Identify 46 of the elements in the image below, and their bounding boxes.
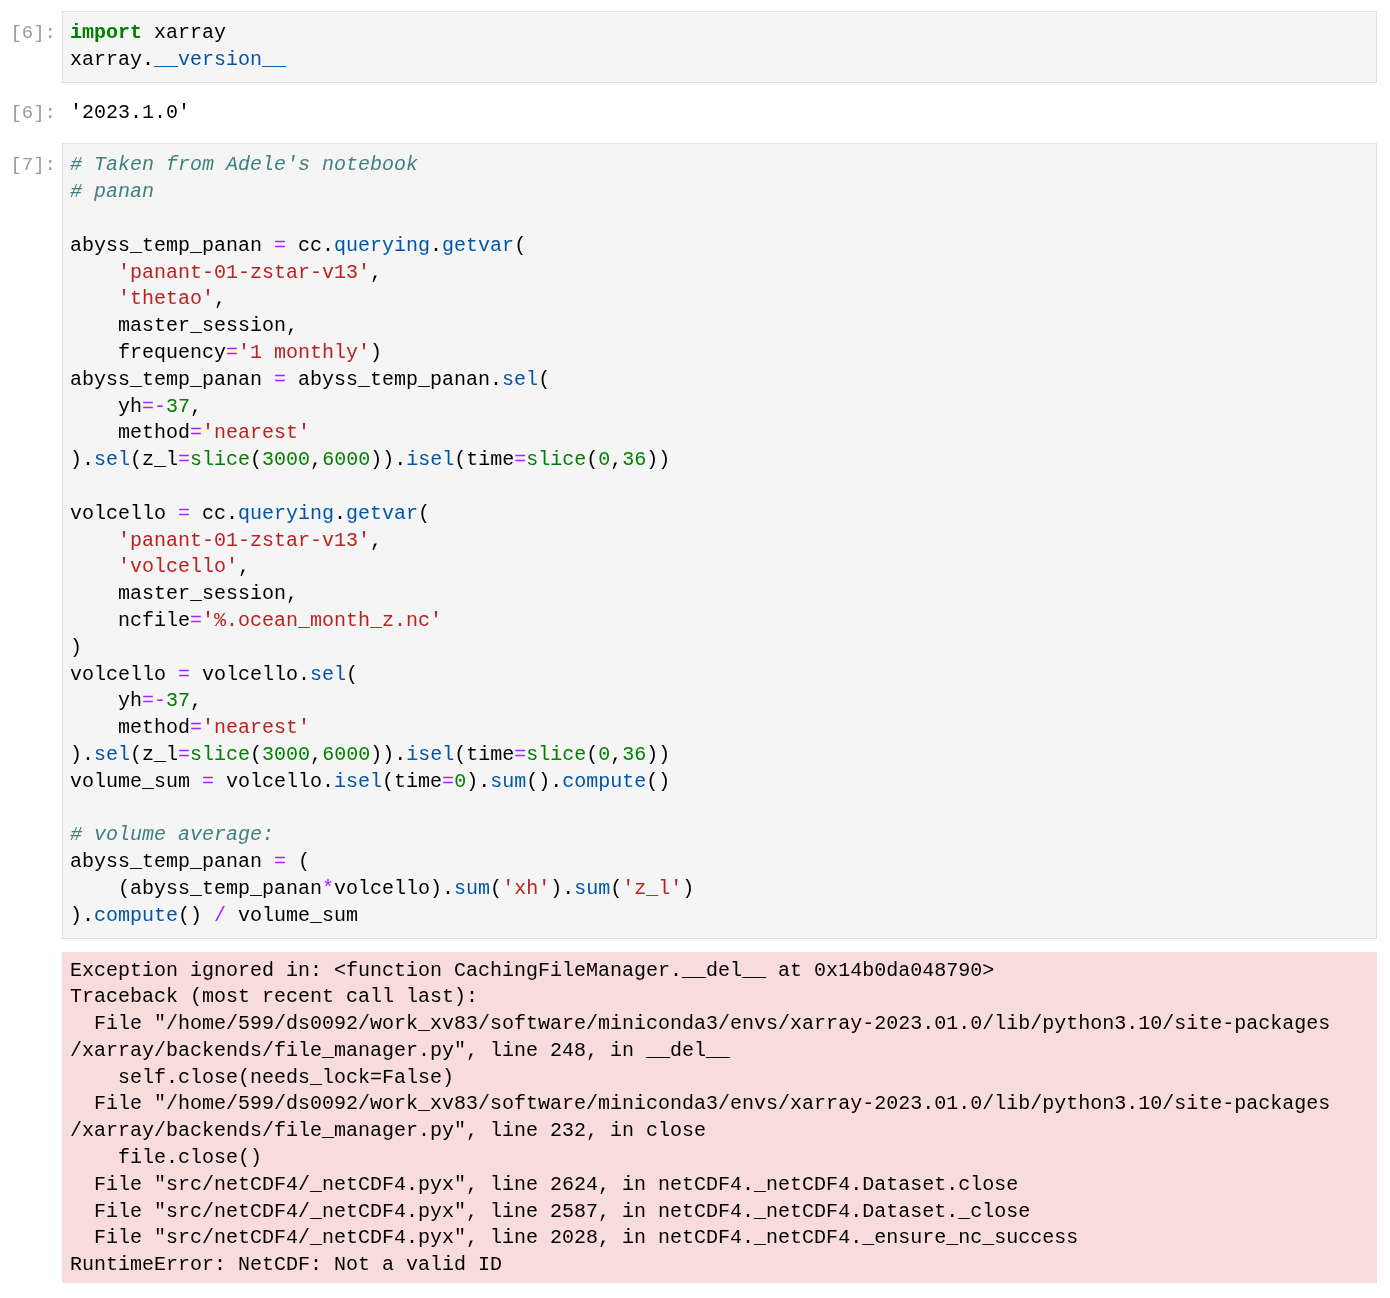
code-line: # Taken from Adele's notebook <box>70 152 419 179</box>
traceback-line: File "src/netCDF4/_netCDF4.pyx", line 2028, in netCDF4._netCDF4._ensure_nc_success <box>93 1225 1079 1252</box>
code-line: master_session, <box>117 313 299 340</box>
output-text: '2023.1.0' <box>70 100 191 124</box>
code-line: abyss_temp_panan = ( <box>70 849 311 876</box>
code-line: volume_sum = volcello.isel(time=0).sum().compute() <box>70 768 671 795</box>
code-line: 'panant-01-zstar-v13', <box>117 259 383 286</box>
code-line: # panan <box>70 179 154 206</box>
code-line: yh=-37, <box>117 393 203 420</box>
code-line: method='nearest' <box>117 715 311 742</box>
code-line: volcello = cc.querying.getvar( <box>70 500 431 527</box>
code-line: 'panant-01-zstar-v13', <box>117 527 383 554</box>
code-line: (abyss_temp_panan*volcello).sum('xh').sum('z_l') <box>117 875 695 902</box>
cell-prompt: [6]: <box>10 100 56 126</box>
code-line: abyss_temp_panan = abyss_temp_panan.sel( <box>70 366 551 393</box>
code-line: 'thetao', <box>117 286 227 313</box>
traceback-line: /xarray/backends/file_manager.py", line 232, in close <box>70 1118 707 1145</box>
code-line: master_session, <box>117 581 299 608</box>
code-line: import xarray <box>70 20 227 46</box>
traceback-line: Traceback (most recent call last): <box>70 984 479 1011</box>
code-line: ncfile='%.ocean_month_z.nc' <box>117 607 443 634</box>
code-line: yh=-37, <box>117 688 203 715</box>
traceback-line: RuntimeError: NetCDF: Not a valid ID <box>70 1252 503 1279</box>
code-line: volcello = volcello.sel( <box>70 661 359 688</box>
code-line: frequency='1 monthly') <box>117 339 383 366</box>
code-cell-input[interactable] <box>62 143 1377 939</box>
code-line: 'volcello', <box>117 554 251 581</box>
traceback-line: File "/home/599/ds0092/work_xv83/software/miniconda3/envs/xarray-2023.01.0/lib/python3.10/site-packages <box>93 1011 1331 1038</box>
code-line: xarray.__version__ <box>70 46 287 73</box>
code-line: abyss_temp_panan = cc.querying.getvar( <box>70 232 527 259</box>
traceback-line: /xarray/backends/file_manager.py", line 248, in __del__ <box>70 1037 731 1064</box>
code-line: ) <box>70 634 82 661</box>
traceback-line: File "/home/599/ds0092/work_xv83/software/miniconda3/envs/xarray-2023.01.0/lib/python3.10/site-packages <box>93 1091 1331 1118</box>
code-line: method='nearest' <box>117 420 311 447</box>
traceback-line: File "src/netCDF4/_netCDF4.pyx", line 2624, in netCDF4._netCDF4.Dataset.close <box>93 1171 1019 1198</box>
traceback-line: file.close() <box>117 1145 263 1172</box>
cell-prompt: [7]: <box>10 153 56 179</box>
code-line: # volume average: <box>70 822 275 849</box>
traceback-line: self.close(needs_lock=False) <box>117 1064 455 1091</box>
traceback-line: File "src/netCDF4/_netCDF4.pyx", line 2587, in netCDF4._netCDF4.Dataset._close <box>93 1198 1031 1225</box>
traceback-line: Exception ignored in: <function CachingFileManager.__del__ at 0x14b0da048790> <box>70 957 995 984</box>
code-line: ).sel(z_l=slice(3000,6000)).isel(time=slice(0,36)) <box>70 447 671 474</box>
code-cell-input[interactable]: import xarray xarray.__version__ <box>62 11 1377 83</box>
code-line: ).compute() / volume_sum <box>70 902 359 929</box>
code-line: ).sel(z_l=slice(3000,6000)).isel(time=slice(0,36)) <box>70 741 671 768</box>
cell-prompt: [6]: <box>10 21 56 46</box>
